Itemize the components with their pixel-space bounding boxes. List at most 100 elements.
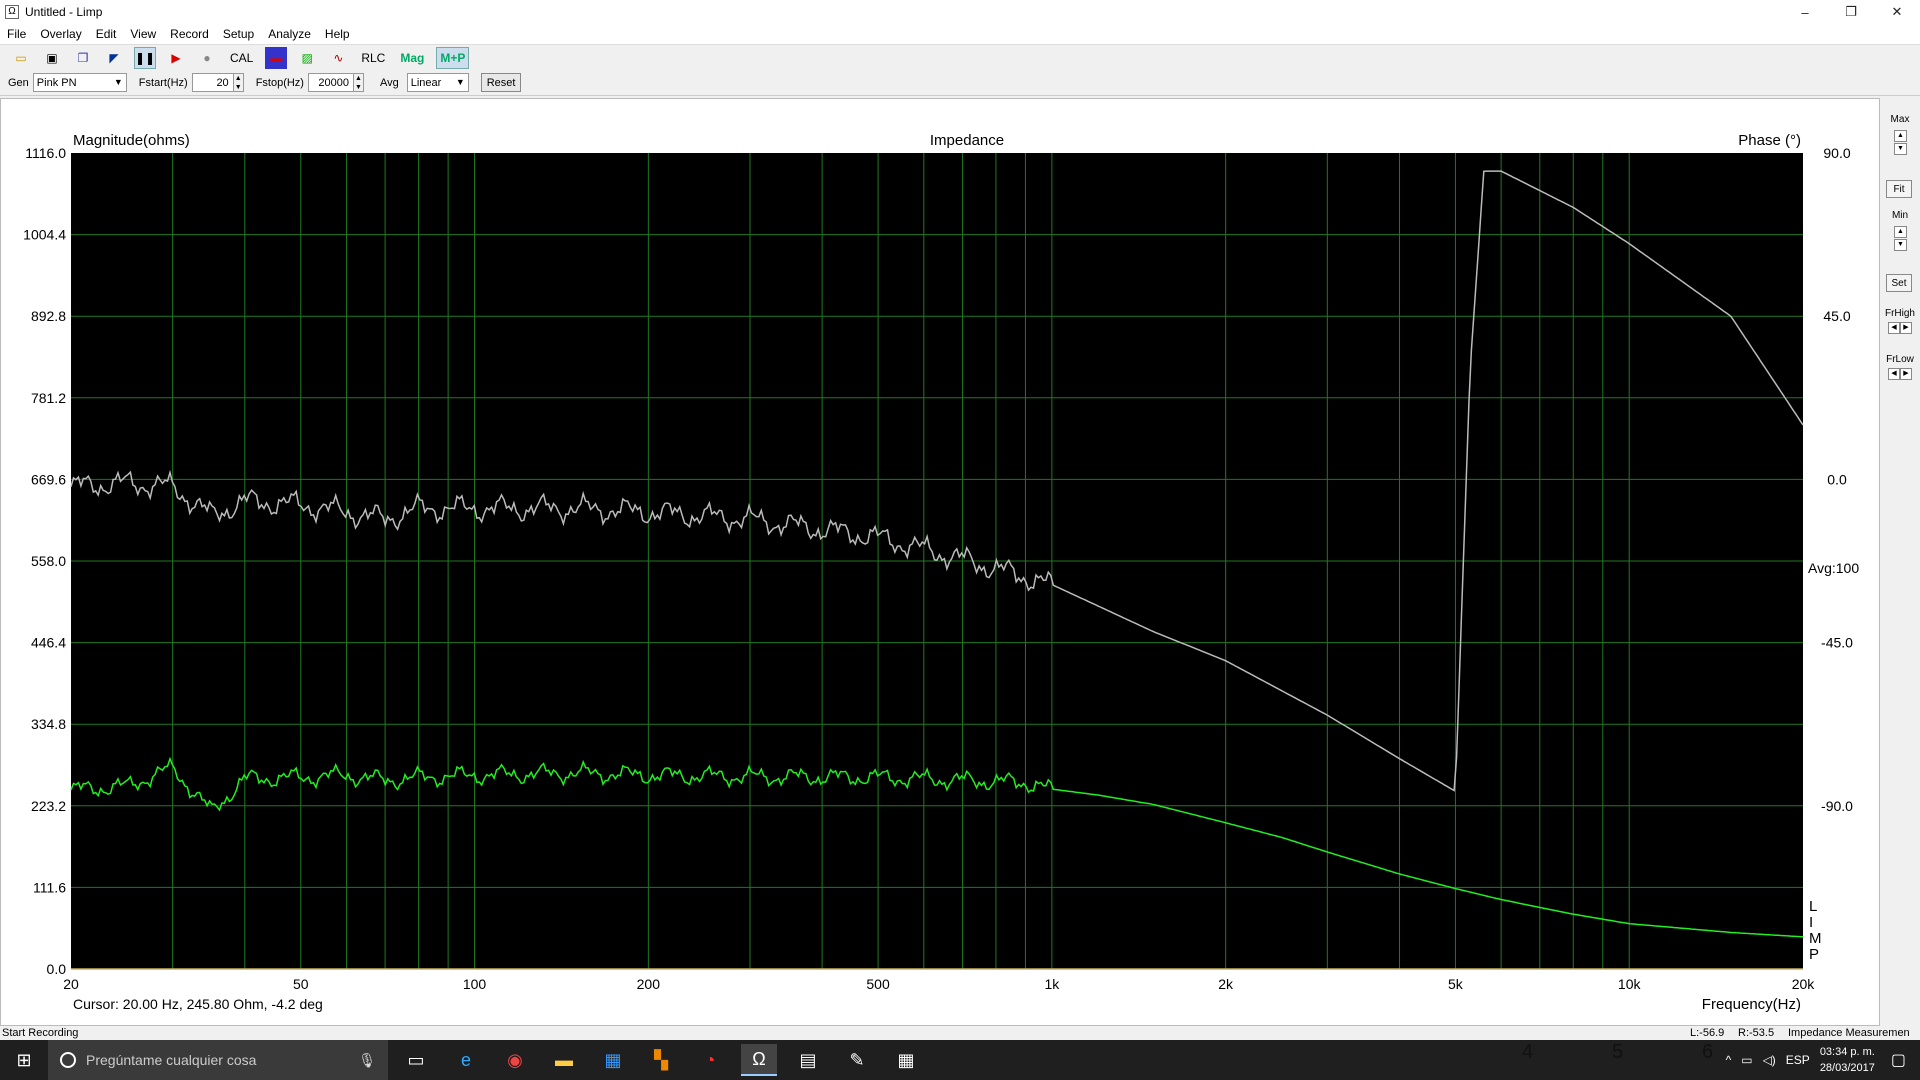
y-tick-label: 1004.4 — [23, 227, 66, 243]
y-tick-label: 892.8 — [31, 308, 66, 324]
paint-icon[interactable]: ✎ — [839, 1044, 875, 1076]
x-tick-label: 50 — [293, 976, 309, 992]
legend-letter: L — [1809, 898, 1817, 915]
y-tick-label: 223.2 — [31, 798, 66, 814]
ccleaner-icon[interactable]: ◔ — [692, 1044, 728, 1076]
task-view-icon[interactable]: ▭ — [398, 1044, 434, 1076]
fstart-input[interactable]: 20 — [191, 73, 234, 92]
y-tick-label: 334.8 — [31, 716, 66, 732]
x-tick-label: 1k — [1044, 976, 1060, 992]
avg-select[interactable]: Linear ▼ — [406, 73, 469, 92]
menu-view[interactable]: View — [123, 27, 163, 41]
menu-edit[interactable]: Edit — [89, 27, 124, 41]
x-tick-label: 500 — [866, 976, 890, 992]
taskbar: ⊞ Pregúntame cualquier cosa 🎙 ▭ e ◉ ▬ ▦ … — [0, 1040, 1920, 1080]
ghost-digit: 6 — [1702, 1041, 1714, 1063]
pause-icon[interactable]: ❚❚ — [134, 46, 156, 69]
y2-tick-label: 0.0 — [1827, 471, 1847, 487]
stop-icon[interactable]: ● — [196, 47, 218, 69]
clock-date: 28/03/2017 — [1819, 1062, 1875, 1074]
status-text: Start Recording — [2, 1027, 79, 1039]
file-explorer-icon[interactable]: ▬ — [546, 1044, 582, 1076]
max-label: Max — [1890, 114, 1910, 125]
limp-app-icon[interactable]: Ω — [741, 1044, 777, 1076]
max-down-button[interactable]: ▼ — [1894, 143, 1907, 155]
frlow-stepper[interactable]: ◀ ▶ — [1888, 368, 1912, 380]
calculator-icon[interactable]: ▦ — [888, 1044, 924, 1076]
status-bar: Start Recording L:-56.9 R:-53.5 Impedanc… — [0, 1026, 1920, 1040]
notifications-icon[interactable]: ▢ — [1891, 1050, 1906, 1070]
cursor-readout: Cursor: 20.00 Hz, 245.80 Ohm, -4.2 deg — [73, 996, 323, 1012]
office-icon[interactable]: ▚ — [643, 1044, 679, 1076]
menu-file[interactable]: File — [0, 27, 33, 41]
y-tick-label: 558.0 — [31, 553, 66, 569]
min-down-button[interactable]: ▼ — [1894, 239, 1907, 251]
menu-overlay[interactable]: Overlay — [33, 27, 88, 41]
menu-record[interactable]: Record — [163, 27, 216, 41]
hatch-icon[interactable]: ▨ — [296, 47, 318, 69]
max-up-button[interactable]: ▲ — [1894, 130, 1907, 142]
reset-button[interactable]: Reset — [480, 73, 522, 92]
wave-icon[interactable]: ∿ — [327, 47, 349, 69]
y2-tick-label: 45.0 — [1823, 308, 1850, 324]
menu-help[interactable]: Help — [318, 27, 357, 41]
title-bar: Ω Untitled - Limp – ❐ ✕ — [0, 0, 1920, 24]
fstart-value: 20 — [216, 76, 229, 89]
y-tick-label: 669.6 — [31, 471, 66, 487]
legend-letter: P — [1809, 946, 1819, 963]
edge-icon[interactable]: e — [448, 1044, 484, 1076]
x-tick-label: 20 — [63, 976, 79, 992]
chart-title: Impedance — [930, 132, 1004, 149]
avg-label: Avg:100 — [1808, 560, 1859, 576]
x-tick-label: 5k — [1448, 976, 1464, 992]
legend-letter: I — [1809, 914, 1813, 931]
minimize-button[interactable]: – — [1782, 0, 1828, 24]
gen-select[interactable]: Pink PN ▼ — [32, 73, 127, 92]
fstop-input[interactable]: 20000 — [307, 73, 354, 92]
marker-icon[interactable]: ◤ — [103, 47, 125, 69]
y-tick-label: 0.0 — [47, 961, 67, 977]
mag-button[interactable]: Mag — [397, 47, 427, 69]
ghost-digit: 4 — [1522, 1041, 1534, 1063]
frhigh-stepper[interactable]: ◀ ▶ — [1888, 322, 1912, 334]
x-axis-title: Frequency(Hz) — [1702, 996, 1801, 1013]
fit-button[interactable]: Fit — [1886, 180, 1912, 198]
avg-select-value: Linear — [410, 76, 442, 89]
menu-setup[interactable]: Setup — [216, 27, 261, 41]
set-button[interactable]: Set — [1886, 274, 1912, 292]
clock[interactable]: 03:34 p. m. 28/03/2017 — [1820, 1044, 1875, 1076]
language-indicator[interactable]: ESP — [1786, 1053, 1810, 1067]
open-folder-icon[interactable]: ▭ — [10, 47, 32, 69]
close-button[interactable]: ✕ — [1874, 0, 1920, 24]
copy-icon[interactable]: ❐ — [72, 47, 94, 69]
save-icon[interactable]: ▣ — [41, 47, 63, 69]
cal-button[interactable]: CAL — [227, 47, 256, 69]
y-tick-label: 1116.0 — [25, 145, 66, 161]
min-label: Min — [1891, 210, 1909, 221]
fstop-stepper[interactable]: ▲ ▼ — [353, 73, 364, 92]
impedance-chart[interactable]: 1116.0 1004.4 892.8 781.2 669.6 558.0 446.4 334… — [1, 99, 1881, 1027]
store-icon[interactable]: ▦ — [595, 1044, 631, 1076]
play-icon[interactable]: ▶ — [165, 47, 187, 69]
mag-phase-button[interactable]: M+P — [436, 46, 470, 69]
min-up-button[interactable]: ▲ — [1894, 226, 1907, 238]
chrome-icon[interactable]: ◉ — [497, 1044, 533, 1076]
scale-sidebar: Max ▲ ▼ Fit Min ▲ ▼ Set FrHigh ◀ ▶ FrLow … — [1880, 98, 1920, 1026]
window-title: Untitled - Limp — [25, 5, 103, 19]
system-tray: ^ ▭ ◁) ESP 03:34 p. m. 28/03/2017 ▢ — [1726, 1040, 1920, 1080]
color-bars-icon[interactable]: ▬ — [265, 46, 288, 69]
printer-icon[interactable]: ▤ — [790, 1044, 826, 1076]
rlc-button[interactable]: RLC — [358, 47, 388, 69]
network-icon[interactable]: ▭ — [1741, 1053, 1752, 1067]
taskbar-search[interactable]: Pregúntame cualquier cosa 🎙 — [48, 1040, 388, 1080]
toolbar: ▭ ▣ ❐ ◤ ❚❚ ▶ ● CAL ▬ ▨ ∿ RLC Mag M+P — [0, 44, 1920, 70]
windows-start-icon[interactable]: ⊞ — [0, 1040, 48, 1080]
maximize-button[interactable]: ❐ — [1828, 0, 1874, 24]
y2-tick-label: -45.0 — [1821, 635, 1853, 651]
chevron-up-icon[interactable]: ^ — [1726, 1053, 1732, 1067]
x-tick-label: 20k — [1792, 976, 1816, 992]
volume-icon[interactable]: ◁) — [1763, 1053, 1776, 1067]
fstart-stepper[interactable]: ▲ ▼ — [233, 73, 244, 92]
fstop-label: Fstop(Hz) — [255, 76, 304, 89]
menu-analyze[interactable]: Analyze — [261, 27, 318, 41]
